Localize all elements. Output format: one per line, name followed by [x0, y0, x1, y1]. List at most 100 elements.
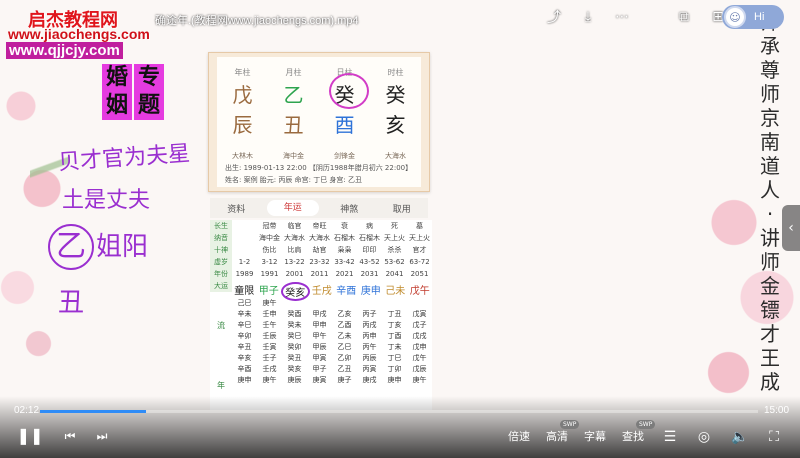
liunian-cell: 戊辰	[412, 365, 427, 373]
current-time: 02:12	[14, 405, 40, 416]
liunian-column: 己巳 辛未 辛巳 辛卯 辛丑 辛亥 辛酉 庚申	[232, 298, 257, 386]
table-column: 临官 大海水 比肩 13-22 2001	[282, 220, 307, 280]
table-cell: 53-62	[384, 258, 405, 266]
quality-button[interactable]: 高清	[546, 428, 568, 444]
table-cell: 2001	[285, 270, 304, 278]
table-cell: 死	[391, 222, 398, 230]
share-icon[interactable]: ⤴	[540, 6, 568, 28]
download-icon[interactable]: ⤓	[574, 6, 602, 28]
stem: 癸	[319, 73, 370, 109]
liunian-cell: 丙子	[362, 310, 377, 318]
video-player[interactable]: 启杰教程网 www.jiaochengs.com www.qjjcjy.com …	[0, 0, 800, 458]
nayin: 大林木	[232, 152, 253, 160]
handwriting-circled: 乙	[48, 224, 94, 270]
nayin: 剑锋金	[334, 152, 355, 160]
next-icon[interactable]: ⏭	[94, 428, 110, 444]
table-cell: 2031	[360, 270, 379, 278]
liunian-cell: 辛丑	[237, 343, 252, 351]
duration: 15:00	[764, 405, 790, 416]
watermark-url-1: www.jiaochengs.com	[8, 26, 150, 42]
pause-icon[interactable]: ❚❚	[17, 428, 44, 445]
table-cell: 印印	[362, 246, 377, 254]
tab-profile[interactable]: 资料	[210, 202, 263, 215]
liunian-cell: 癸卯	[287, 343, 302, 351]
liunian-columns: 己巳 辛未 辛巳 辛卯 辛丑 辛亥 辛酉 庚申 庚午 壬申 壬午 壬辰 壬寅 壬子 壬戌 庚午 癸酉 癸未 癸巳 癸卯…	[232, 298, 432, 386]
progress-fill	[40, 410, 146, 413]
volume-icon[interactable]: 🔈	[731, 428, 748, 444]
tab-usage[interactable]: 取用	[376, 202, 429, 215]
caption-char: 师	[760, 82, 780, 106]
settings-icon[interactable]: ◎	[696, 428, 712, 444]
search-button[interactable]: 查找	[622, 428, 644, 444]
liunian-cell: 甲寅	[312, 354, 327, 362]
table-cell	[232, 220, 257, 232]
liunian-cell: 戊午	[412, 354, 427, 362]
branch: 辰	[232, 113, 253, 137]
liunian-cell: 乙亥	[337, 310, 352, 318]
progress-bar[interactable]	[40, 410, 758, 413]
liunian-cell: 丁酉	[387, 332, 402, 340]
liunian-cell: 壬辰	[262, 332, 277, 340]
row-label: 虚岁	[214, 258, 228, 266]
tab-stars[interactable]: 神煞	[323, 202, 376, 215]
liunian-cell: 庚子	[337, 376, 352, 384]
liunian-cell: 丁巳	[387, 354, 402, 362]
liunian-cell: 丙寅	[362, 365, 377, 373]
table-cell: 3-12	[261, 258, 278, 266]
more-icon[interactable]: ⋯	[608, 6, 636, 28]
liunian-cell: 庚申	[237, 376, 252, 384]
liunian-column: 乙亥 乙酉 乙未 乙巳 乙卯 乙丑 庚子	[332, 298, 357, 386]
table-cell: 冠带	[262, 222, 277, 230]
stem: 戊	[232, 83, 253, 107]
liunian-cell: 乙酉	[337, 321, 352, 329]
liunian-cell: 丙午	[362, 343, 377, 351]
liunian-cell: 庚戌	[362, 376, 377, 384]
liunian-cell: 辛巳	[237, 321, 252, 329]
table-cell: 枭枭	[337, 246, 352, 254]
nayin: 大海水	[385, 152, 406, 160]
speed-button[interactable]: 倍速	[508, 428, 530, 444]
liunian-cell: 丁卯	[387, 365, 402, 373]
caption-char: 京	[760, 106, 780, 130]
topic-tag: 题	[134, 92, 164, 120]
subtitle-button[interactable]: 字幕	[584, 428, 606, 444]
liunian-cell: 壬午	[262, 321, 277, 329]
caption-char: 尊	[760, 58, 780, 82]
side-panel-toggle[interactable]: ‹	[782, 205, 800, 251]
handwriting-note: 土是丈夫	[62, 188, 151, 213]
caption-char: 师	[760, 250, 780, 274]
controls-overlay	[0, 396, 800, 458]
pip-icon[interactable]: ⧉	[670, 6, 698, 28]
liunian-cell	[282, 298, 307, 309]
table-column: 衰石榴木 枭枭 33-42 2021	[332, 220, 357, 280]
caption-char: 才	[760, 322, 780, 346]
previous-icon[interactable]: ⏮	[62, 428, 78, 444]
table-cell: 1-2	[238, 258, 251, 266]
caption-char: 成	[760, 370, 780, 394]
liunian-cell: 壬申	[262, 310, 277, 318]
table-cell: 比肩	[287, 246, 302, 254]
liunian-cell: 辛卯	[237, 332, 252, 340]
fullscreen-icon[interactable]: ⛶	[766, 428, 782, 444]
branch: 亥	[385, 113, 406, 137]
table-cell: 衰	[341, 222, 348, 230]
playlist-icon[interactable]: ☰	[662, 428, 678, 444]
handwriting-note: 丑	[58, 288, 85, 318]
handwriting-note: 贝才官为夫星	[57, 141, 191, 176]
branch: 丑	[283, 113, 304, 137]
table-column: 帝旺 大海水 劫官 23-32 2011	[307, 220, 332, 280]
table-column: 冠带 海中金 伤比 3-12 1991	[257, 220, 282, 280]
liunian-column: 丁丑 丁亥 丁酉 丁未 丁巳 丁卯 庚申	[382, 298, 407, 386]
tab-annual[interactable]: 年运	[266, 200, 319, 216]
liunian-cell: 乙卯	[337, 354, 352, 362]
topic-tag: 专	[134, 64, 164, 92]
liunian-cell: 癸丑	[287, 354, 302, 362]
assistant-button[interactable]: ☺ Hi	[722, 5, 784, 29]
liunian-cell: 甲子	[312, 365, 327, 373]
liunian-cell: 甲戌	[312, 310, 327, 318]
table-column: 死天上火 杀杀 53-62 2041	[382, 220, 407, 280]
liunian-cell	[332, 298, 357, 309]
table-cell	[232, 232, 257, 244]
table-cell: 临官	[287, 222, 302, 230]
table-cell: 帝旺	[312, 222, 327, 230]
